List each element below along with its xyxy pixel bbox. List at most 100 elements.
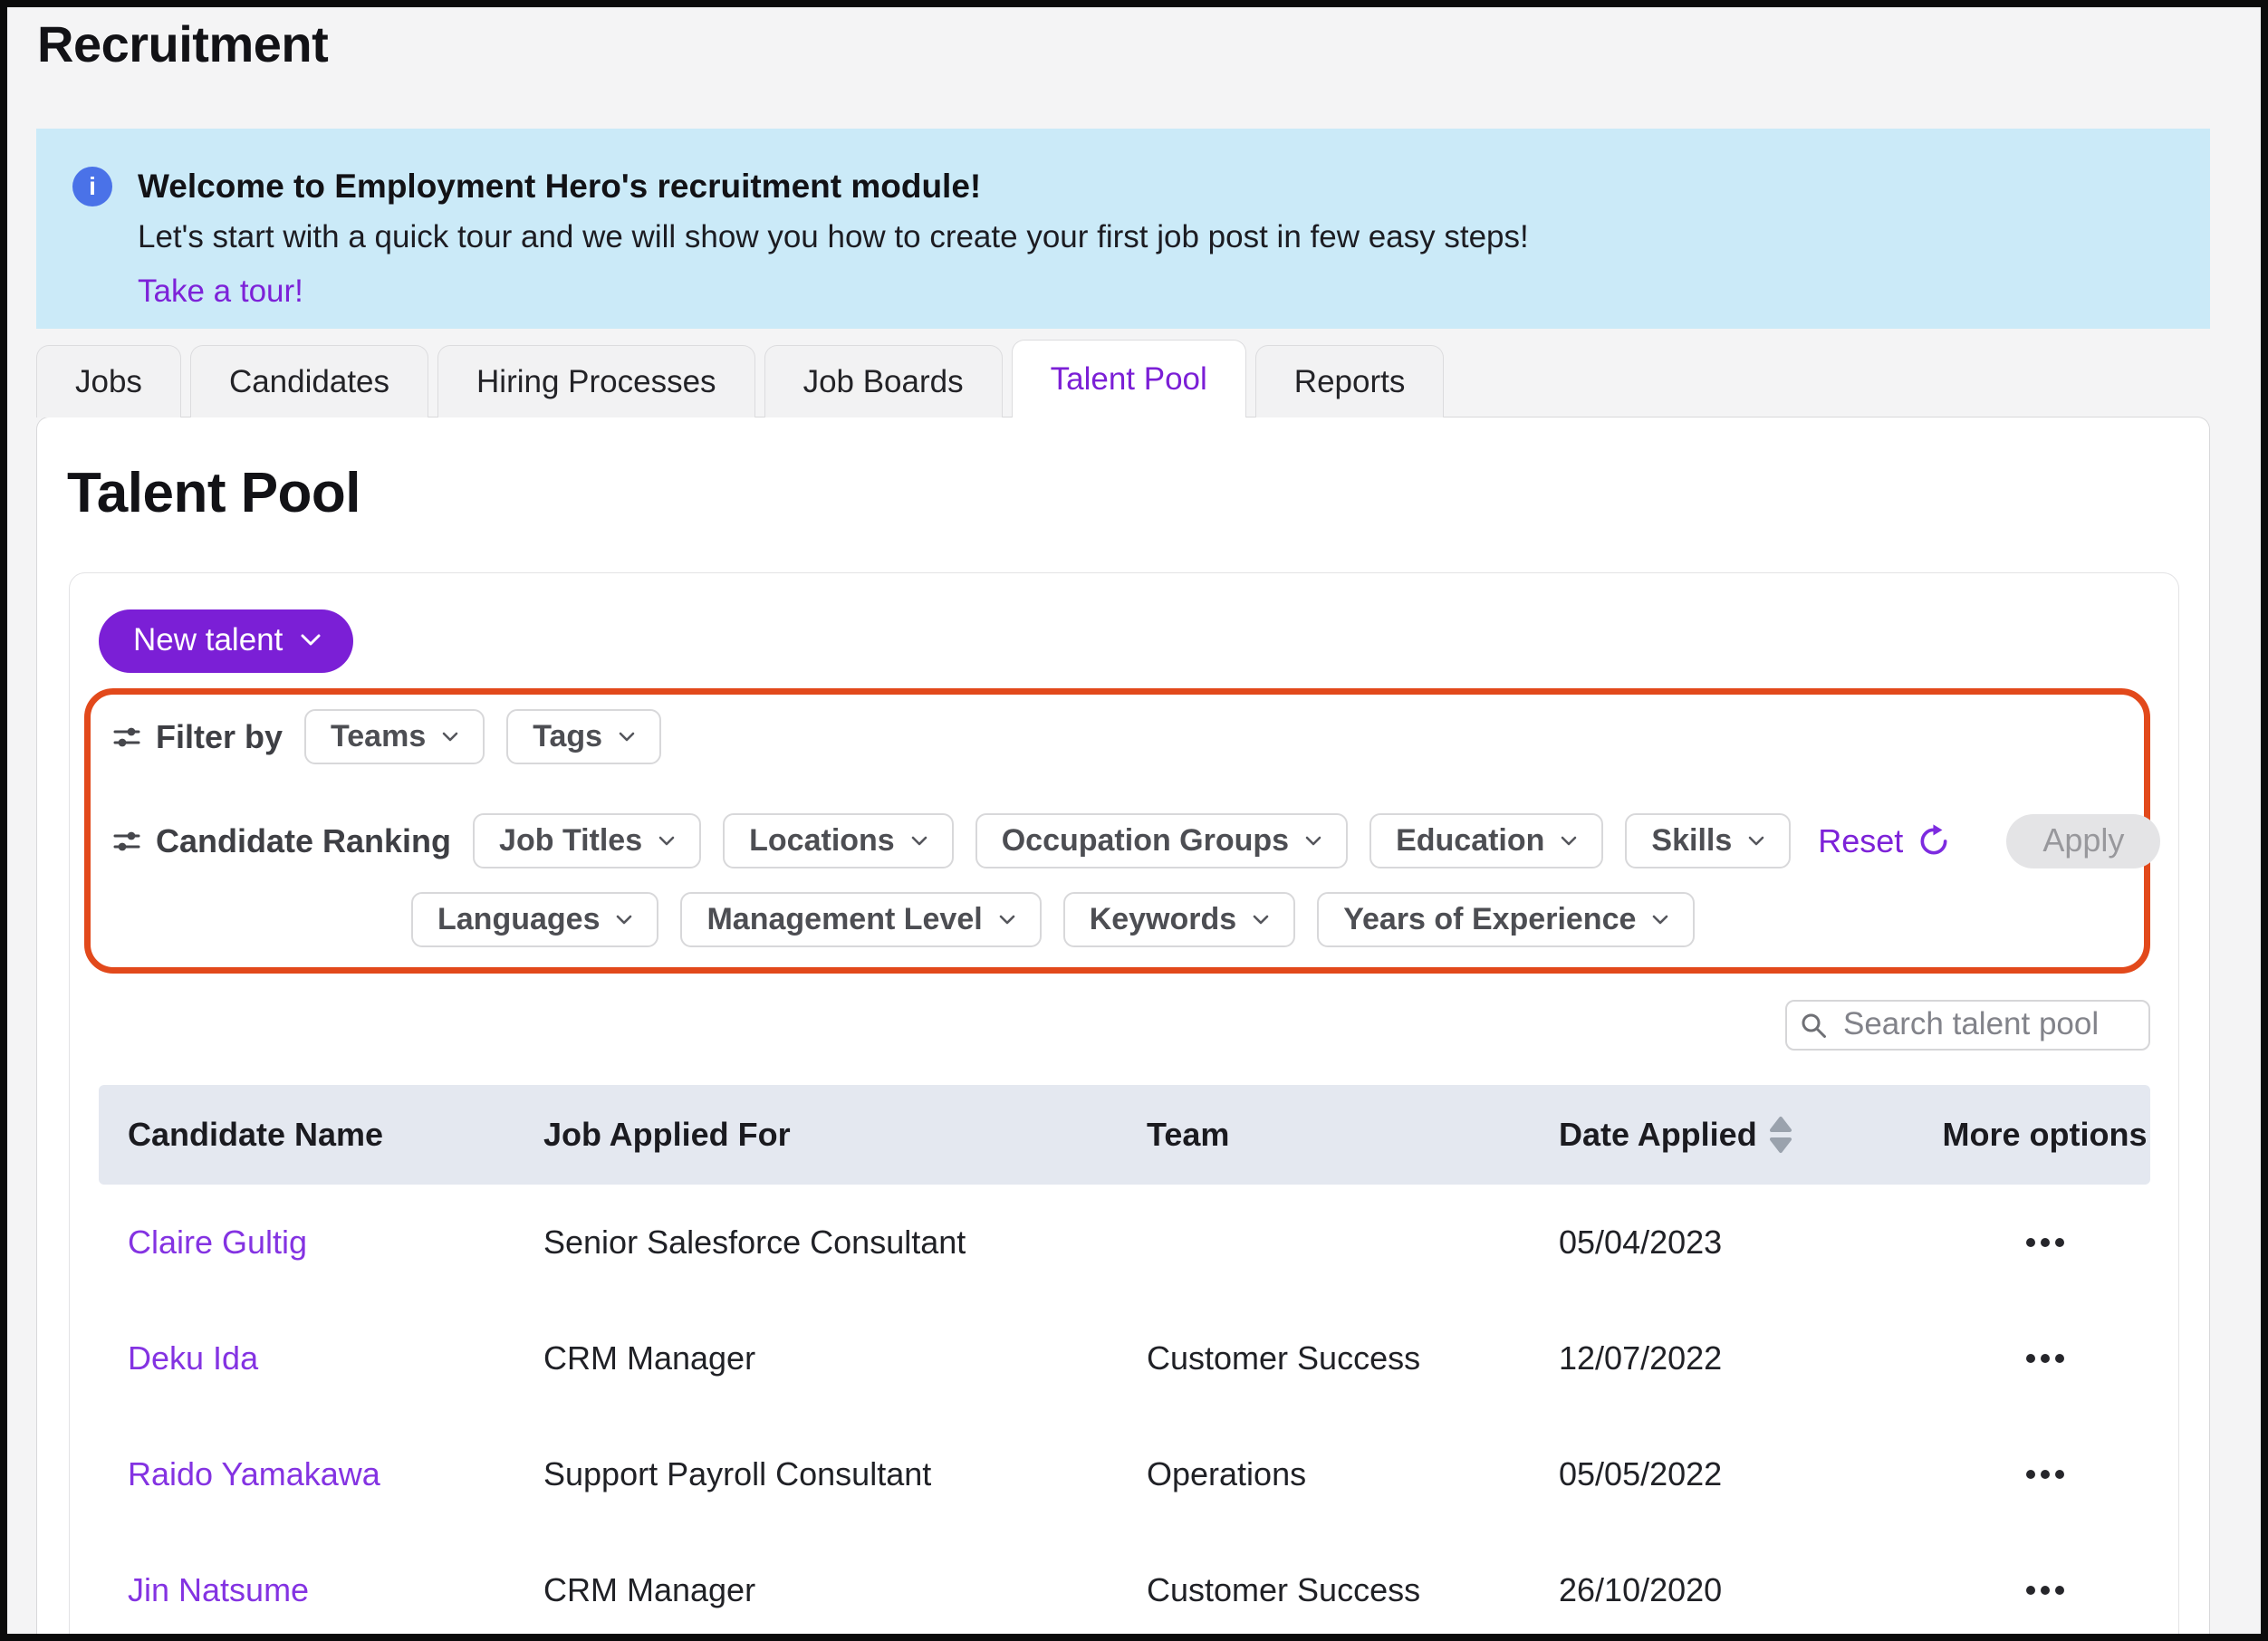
ellipsis-icon (2055, 1586, 2064, 1595)
refresh-icon (1916, 823, 1952, 859)
ellipsis-icon (2055, 1354, 2064, 1363)
reset-button[interactable]: Reset (1812, 821, 1957, 861)
tab-reports[interactable]: Reports (1255, 345, 1445, 417)
section-title: Talent Pool (67, 461, 360, 525)
languages-dropdown[interactable]: Languages (411, 892, 658, 947)
talent-pool-panel: Talent Pool New talent Filter by (36, 417, 2210, 1634)
search-row (99, 1000, 2150, 1051)
filter-highlight-box: Filter by Teams Tags (84, 688, 2150, 974)
new-talent-button[interactable]: New talent (99, 609, 353, 673)
team-cell: Operations (1147, 1455, 1559, 1493)
recruitment-page: Recruitment i Welcome to Employment Hero… (0, 0, 2268, 1641)
candidate-name-link[interactable]: Claire Gultig (128, 1224, 543, 1262)
keywords-dropdown[interactable]: Keywords (1063, 892, 1296, 947)
table-row: Deku Ida CRM Manager Customer Success 12… (99, 1300, 2150, 1416)
date-applied-cell: 26/10/2020 (1559, 1571, 1939, 1609)
tab-candidates[interactable]: Candidates (190, 345, 428, 417)
info-icon: i (72, 167, 112, 206)
new-talent-label: New talent (133, 622, 283, 658)
team-cell: Customer Success (1147, 1571, 1559, 1609)
candidate-ranking-row-2: Languages Management Level Keywords Year… (411, 892, 2120, 947)
ellipsis-icon (2041, 1354, 2050, 1363)
chevron-down-icon (442, 732, 458, 743)
dropdown-label: Locations (749, 823, 895, 859)
chevron-down-icon (658, 836, 675, 847)
col-candidate-name: Candidate Name (128, 1116, 543, 1154)
candidate-ranking-text: Candidate Ranking (156, 822, 451, 860)
table-row: Claire Gultig Senior Salesforce Consulta… (99, 1185, 2150, 1300)
sliders-icon (112, 827, 141, 856)
tab-label: Talent Pool (1051, 361, 1207, 398)
chevron-down-icon (301, 634, 321, 647)
filter-by-row: Filter by Teams Tags (112, 709, 2120, 764)
skills-dropdown[interactable]: Skills (1625, 813, 1791, 868)
filter-by-text: Filter by (156, 718, 283, 756)
tab-label: Reports (1294, 364, 1406, 400)
search-box (1785, 1000, 2150, 1051)
years-of-experience-dropdown[interactable]: Years of Experience (1317, 892, 1695, 947)
dropdown-label: Management Level (706, 902, 982, 937)
ellipsis-icon (2055, 1238, 2064, 1247)
dropdown-label: Skills (1651, 823, 1732, 859)
locations-dropdown[interactable]: Locations (723, 813, 954, 868)
candidate-ranking-row: Candidate Ranking Job Titles Locations O… (112, 813, 2120, 868)
more-options-button[interactable] (2013, 1225, 2077, 1260)
candidate-name-link[interactable]: Jin Natsume (128, 1571, 543, 1609)
tab-label: Hiring Processes (476, 364, 716, 400)
tab-bar: Jobs Candidates Hiring Processes Job Boa… (36, 341, 1444, 417)
banner-title: Welcome to Employment Hero's recruitment… (138, 165, 1529, 208)
reset-label: Reset (1818, 822, 1903, 860)
col-date-applied[interactable]: Date Applied (1559, 1116, 1939, 1154)
talent-table: Candidate Name Job Applied For Team Date… (99, 1085, 2150, 1641)
job-applied-cell: Support Payroll Consultant (543, 1455, 1147, 1493)
page-title: Recruitment (37, 14, 328, 73)
sort-icon[interactable] (1768, 1116, 1793, 1154)
chevron-down-icon (1748, 836, 1764, 847)
more-options-button[interactable] (2013, 1573, 2077, 1607)
job-titles-dropdown[interactable]: Job Titles (473, 813, 701, 868)
col-more-options: More options (1943, 1116, 2148, 1154)
tab-hiring-processes[interactable]: Hiring Processes (437, 345, 755, 417)
table-header: Candidate Name Job Applied For Team Date… (99, 1085, 2150, 1185)
tab-job-boards[interactable]: Job Boards (764, 345, 1003, 417)
take-a-tour-link[interactable]: Take a tour! (138, 274, 1529, 310)
search-input[interactable] (1785, 1000, 2150, 1051)
candidate-name-link[interactable]: Raido Yamakawa (128, 1455, 543, 1493)
chevron-down-icon (1253, 915, 1269, 926)
more-options-button[interactable] (2013, 1457, 2077, 1492)
ellipsis-icon (2041, 1586, 2050, 1595)
tab-jobs[interactable]: Jobs (36, 345, 181, 417)
ellipsis-icon (2026, 1354, 2035, 1363)
tags-dropdown[interactable]: Tags (506, 709, 661, 764)
banner-text: Welcome to Employment Hero's recruitment… (138, 165, 1529, 329)
more-options-button[interactable] (2013, 1341, 2077, 1376)
welcome-banner: i Welcome to Employment Hero's recruitme… (36, 129, 2210, 329)
ellipsis-icon (2041, 1470, 2050, 1479)
talent-pool-card: New talent Filter by Teams (69, 572, 2179, 1641)
chevron-down-icon (1305, 836, 1321, 847)
occupation-groups-dropdown[interactable]: Occupation Groups (975, 813, 1348, 868)
job-applied-cell: CRM Manager (543, 1339, 1147, 1377)
candidate-name-link[interactable]: Deku Ida (128, 1339, 543, 1377)
col-team: Team (1147, 1116, 1559, 1154)
candidate-ranking-label: Candidate Ranking (112, 822, 451, 860)
management-level-dropdown[interactable]: Management Level (680, 892, 1041, 947)
search-icon (1799, 1011, 1828, 1040)
sliders-icon (112, 723, 141, 752)
chevron-down-icon (616, 915, 632, 926)
dropdown-label: Education (1396, 823, 1544, 859)
chevron-down-icon (999, 915, 1015, 926)
ellipsis-icon (2055, 1470, 2064, 1479)
tab-label: Jobs (75, 364, 142, 400)
dropdown-label: Tags (533, 719, 602, 754)
banner-body: Let's start with a quick tour and we wil… (138, 217, 1529, 257)
chevron-down-icon (911, 836, 927, 847)
dropdown-label: Years of Experience (1343, 902, 1636, 937)
tab-label: Candidates (229, 364, 389, 400)
education-dropdown[interactable]: Education (1369, 813, 1603, 868)
dropdown-label: Job Titles (499, 823, 642, 859)
tab-talent-pool[interactable]: Talent Pool (1012, 340, 1246, 417)
apply-button[interactable]: Apply (2006, 814, 2160, 868)
teams-dropdown[interactable]: Teams (304, 709, 485, 764)
job-applied-cell: Senior Salesforce Consultant (543, 1224, 1147, 1262)
